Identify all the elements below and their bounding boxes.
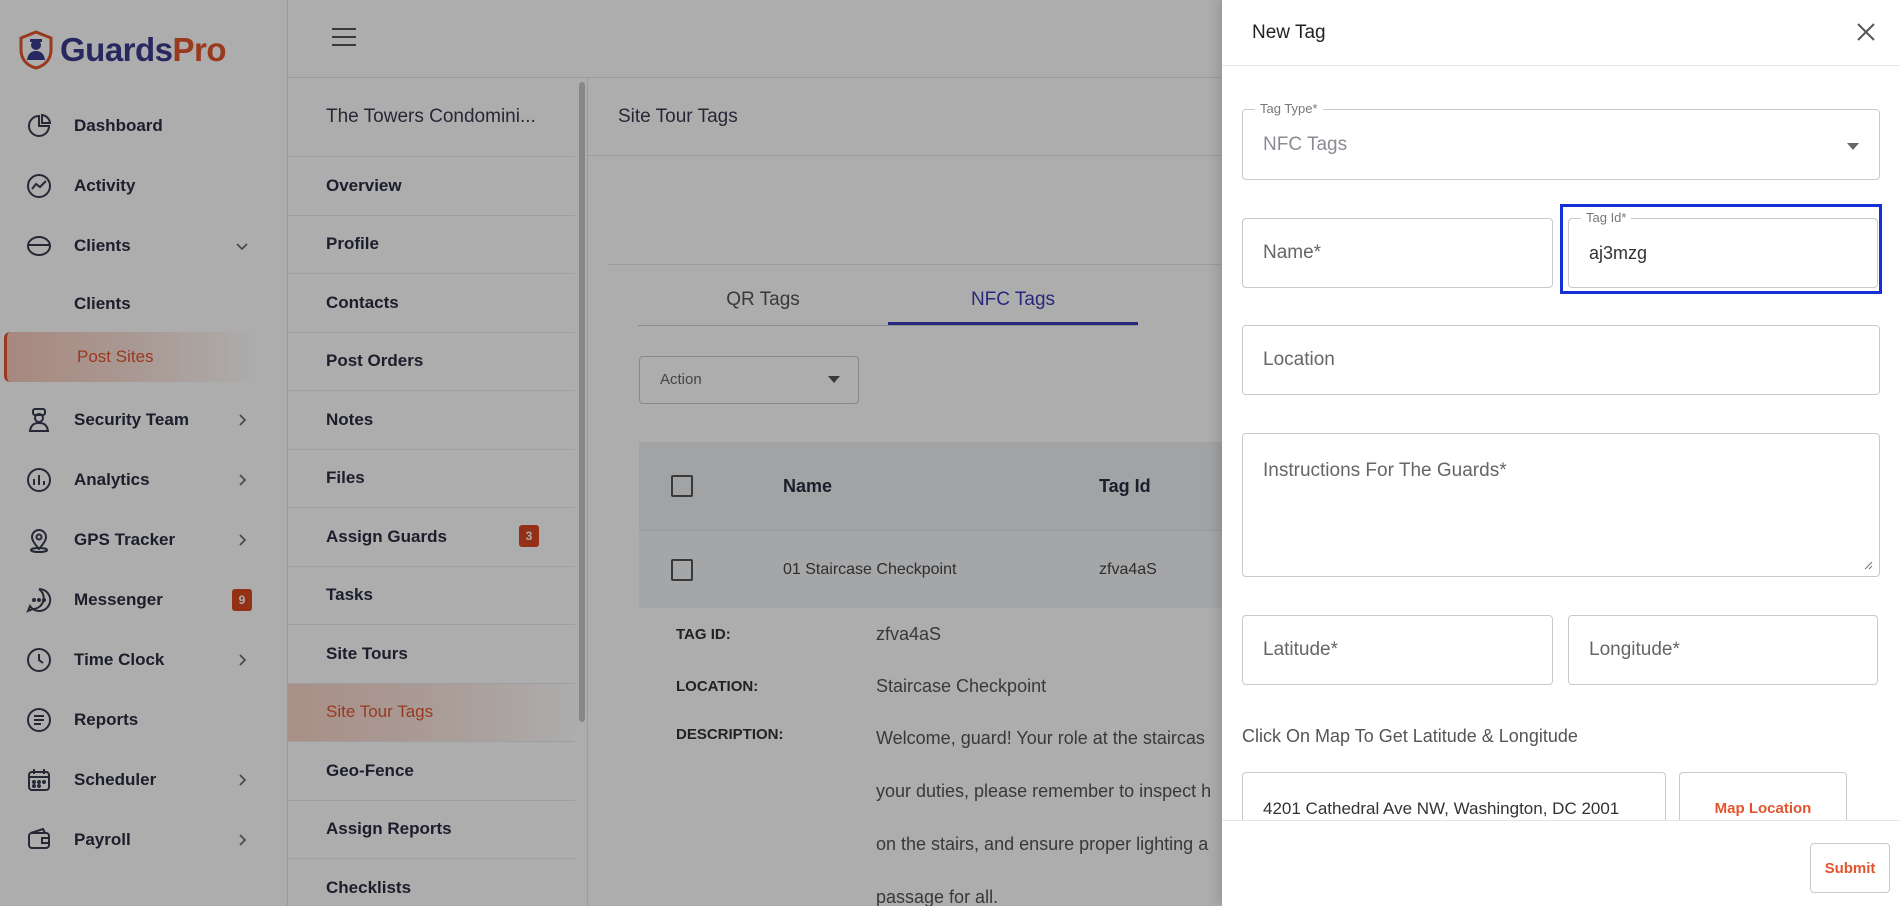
resize-handle-icon[interactable] — [1863, 560, 1873, 570]
name-placeholder: Name* — [1263, 242, 1322, 263]
submit-button[interactable]: Submit — [1810, 843, 1890, 893]
instructions-placeholder: Instructions For The Guards* — [1263, 460, 1507, 481]
modal-backdrop[interactable] — [0, 0, 1222, 906]
latitude-placeholder: Latitude* — [1263, 639, 1339, 660]
tag-type-label: Tag Type* — [1255, 101, 1323, 116]
drawer-footer: Submit — [1222, 820, 1900, 906]
location-field[interactable]: Location — [1242, 325, 1880, 395]
drawer-title: New Tag — [1252, 21, 1326, 43]
tag-type-value: NFC Tags — [1263, 134, 1348, 155]
longitude-placeholder: Longitude* — [1589, 639, 1680, 660]
tag-type-select[interactable]: Tag Type* NFC Tags — [1242, 101, 1880, 180]
location-placeholder: Location — [1263, 349, 1335, 370]
instructions-textarea[interactable]: Instructions For The Guards* — [1242, 433, 1880, 577]
longitude-field[interactable]: Longitude* — [1568, 615, 1878, 685]
close-icon[interactable] — [1854, 20, 1878, 44]
map-hint: Click On Map To Get Latitude & Longitude — [1242, 726, 1578, 746]
drawer-header: New Tag — [1222, 0, 1900, 66]
name-field[interactable]: Name* — [1242, 218, 1553, 288]
focus-highlight — [1560, 204, 1882, 294]
caret-down-icon — [1847, 143, 1859, 150]
latitude-field[interactable]: Latitude* — [1242, 615, 1553, 685]
